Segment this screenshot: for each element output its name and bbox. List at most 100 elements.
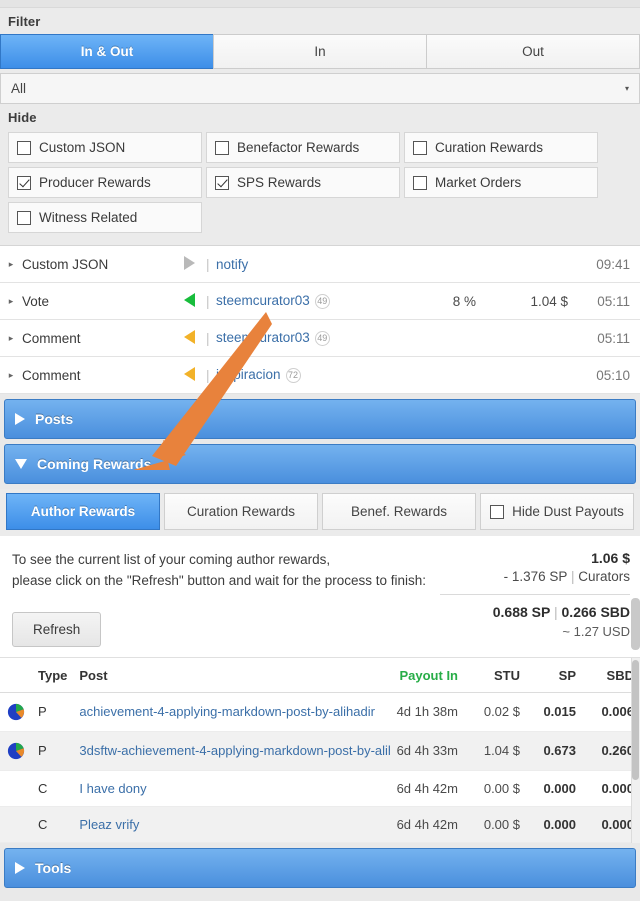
section-header-posts[interactable]: Posts [4,399,636,439]
hide-option-sps-rewards[interactable]: SPS Rewards [206,167,400,198]
row-icon-cell [0,806,32,843]
hide-option-producer-rewards[interactable]: Producer Rewards [8,167,202,198]
hide-option-witness-related[interactable]: Witness Related [8,202,202,233]
transaction-time: 05:11 [597,293,630,309]
checkbox-icon [413,140,427,155]
table-scrollbar[interactable] [631,657,640,843]
post-link[interactable]: I have dony [79,781,146,796]
transaction-account[interactable]: steemcurator03 49 [216,293,406,309]
refresh-button[interactable]: Refresh [12,611,102,647]
row-stu: 0.00 $ [464,806,526,843]
row-sp: 0.000 [526,770,582,807]
table-row[interactable]: ▸ Comment | steemcurator03 49 05:11 [0,320,640,357]
row-divider: | [206,256,210,272]
account-link[interactable]: notify [216,257,248,272]
payout-split: 0.688 SP | 0.266 SBD [440,604,630,620]
row-stu: 1.04 $ [464,731,526,771]
expand-icon[interactable]: ▸ [0,333,22,344]
value-separator: | [570,569,575,584]
coming-rewards-table-wrapper: Type Post Payout In STU SP SBD P achieve… [0,656,640,843]
transaction-percent: 8 % [452,293,476,309]
expand-icon[interactable]: ▸ [0,259,22,270]
post-link[interactable]: 3dsftw-achievement-4-applying-markdown-p… [79,743,390,758]
chevron-down-icon [15,459,27,469]
column-stu[interactable]: STU [464,657,526,693]
section-header-tools[interactable]: Tools [4,847,636,888]
row-post[interactable]: I have dony [73,770,390,807]
section-title: Coming Rewards [37,456,152,472]
operation-type-select[interactable]: All ▾ [0,73,640,104]
account-link[interactable]: steemcurator03 [216,293,310,308]
transaction-type: Custom JSON [22,256,109,272]
table-header-row: Type Post Payout In STU SP SBD [0,657,640,693]
hide-option-custom-json[interactable]: Custom JSON [8,132,202,163]
row-type: C [32,770,74,807]
transaction-account[interactable]: inspiracion 72 [216,367,406,383]
tab-author-rewards[interactable]: Author Rewards [6,493,160,530]
hide-option-benefactor-rewards[interactable]: Benefactor Rewards [206,132,400,163]
expand-icon[interactable]: ▸ [0,296,22,307]
hide-option-curation-rewards[interactable]: Curation Rewards [404,132,598,163]
row-post[interactable]: 3dsftw-achievement-4-applying-markdown-p… [73,731,390,771]
row-divider: | [206,293,210,309]
row-payout-in: 4d 1h 38m [390,692,464,732]
row-sp: 0.000 [526,806,582,843]
section-title: Tools [35,859,72,876]
chevron-right-icon [15,861,25,874]
hide-option-label: Curation Rewards [435,140,544,155]
column-sp[interactable]: SP [526,657,582,693]
table-scrollbar-thumb[interactable] [632,659,639,780]
transaction-time: 09:41 [596,256,630,272]
row-stu: 0.02 $ [464,692,526,732]
account-link[interactable]: inspiracion [216,367,281,382]
hide-option-label: Custom JSON [39,140,126,155]
curators-line: - 1.376 SP | Curators [440,569,630,584]
totals-panel: 1.06 $ - 1.376 SP | Curators 0.688 SP | … [440,550,630,647]
expand-icon[interactable]: ▸ [0,370,22,381]
row-post[interactable]: Pleaz vrify [73,806,390,843]
post-link[interactable]: achievement-4-applying-markdown-post-by-… [79,704,375,719]
direction-left-icon [172,292,206,310]
hide-option-label: Producer Rewards [39,175,151,190]
tab-curation-rewards[interactable]: Curation Rewards [164,493,318,530]
reward-tabs: Author Rewards Curation Rewards Benef. R… [0,489,640,536]
hide-label: Hide [8,110,37,125]
hide-option-label: SPS Rewards [237,175,322,190]
transaction-list: ▸ Custom JSON | notify 09:41 ▸ Vote | st… [0,245,640,394]
transaction-account[interactable]: notify [216,257,406,272]
table-row[interactable]: C I have dony 6d 4h 42m 0.00 $ 0.000 0.0… [0,770,640,807]
table-row[interactable]: ▸ Comment | inspiracion 72 05:10 [0,357,640,394]
page-scrollbar-thumb[interactable] [631,598,640,650]
column-payout-in[interactable]: Payout In [390,657,464,693]
table-row[interactable]: P achievement-4-applying-markdown-post-b… [0,692,640,732]
row-type: P [32,731,74,771]
hide-option-label: Market Orders [435,175,522,190]
table-row[interactable]: ▸ Custom JSON | notify 09:41 [0,246,640,283]
post-link[interactable]: Pleaz vrify [79,817,139,832]
table-row[interactable]: P 3dsftw-achievement-4-applying-markdown… [0,731,640,771]
row-post[interactable]: achievement-4-applying-markdown-post-by-… [73,692,390,732]
section-header-coming-rewards[interactable]: Coming Rewards [4,444,636,484]
hide-option-market-orders[interactable]: Market Orders [404,167,598,198]
checkbox-icon [17,210,31,225]
column-type[interactable]: Type [32,657,74,693]
direction-filter-group: In & Out In Out [0,34,640,69]
table-row[interactable]: C Pleaz vrify 6d 4h 42m 0.00 $ 0.000 0.0… [0,806,640,843]
row-sp: 0.673 [526,731,582,771]
filter-out-button[interactable]: Out [426,34,640,69]
filter-in-button[interactable]: In [213,34,427,69]
tab-benef-rewards[interactable]: Benef. Rewards [322,493,476,530]
row-stu: 0.00 $ [464,770,526,807]
transaction-account[interactable]: steemcurator03 49 [216,330,406,346]
row-sp: 0.015 [526,692,582,732]
row-type: C [32,806,74,843]
section-title: Posts [35,411,74,427]
column-post[interactable]: Post [73,657,390,693]
checkbox-icon [413,175,427,190]
direction-right-icon [172,255,206,273]
account-link[interactable]: steemcurator03 [216,330,310,345]
filter-in-and-out-button[interactable]: In & Out [0,34,214,69]
table-row[interactable]: ▸ Vote | steemcurator03 49 8 % 1.04 $ 05:… [0,283,640,320]
toggle-hide-dust-payouts[interactable]: Hide Dust Payouts [480,493,634,530]
payout-sbd: 0.266 SBD [561,604,630,620]
